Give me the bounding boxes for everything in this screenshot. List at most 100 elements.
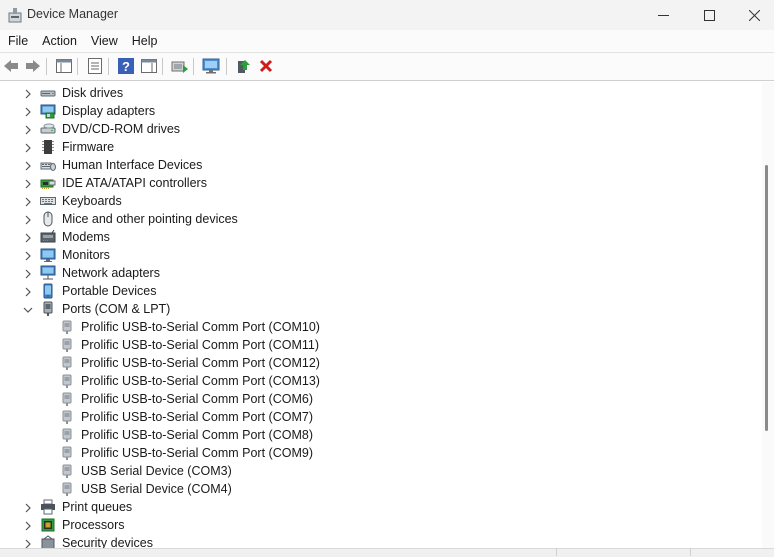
- chevron-right-icon[interactable]: [23, 178, 33, 189]
- action-pane-icon: [141, 59, 157, 73]
- tree-category-row[interactable]: Modems: [0, 228, 760, 246]
- chevron-right-icon[interactable]: [23, 196, 33, 207]
- chevron-down-icon[interactable]: [23, 304, 33, 314]
- tree-category-label: Processors: [62, 518, 125, 532]
- port-icon: [40, 301, 56, 317]
- tree-device-row[interactable]: Prolific USB-to-Serial Comm Port (COM10): [0, 318, 760, 336]
- title-bar[interactable]: Device Manager: [0, 0, 774, 30]
- disk-drive-icon: [40, 85, 56, 101]
- tree-device-label: Prolific USB-to-Serial Comm Port (COM7): [81, 410, 313, 424]
- dvd-drive-icon: [40, 121, 56, 137]
- tree-device-label: Prolific USB-to-Serial Comm Port (COM9): [81, 446, 313, 460]
- tree-category-row[interactable]: Portable Devices: [0, 282, 760, 300]
- chevron-right-icon[interactable]: [23, 88, 33, 99]
- tree-category-row[interactable]: Network adapters: [0, 264, 760, 282]
- chevron-right-icon[interactable]: [23, 502, 33, 513]
- update-driver-button[interactable]: [171, 57, 189, 75]
- tree-category-row[interactable]: Firmware: [0, 138, 760, 156]
- menu-action[interactable]: Action: [35, 30, 84, 52]
- show-hide-console-tree-button[interactable]: [55, 57, 73, 75]
- maximize-icon: [703, 9, 715, 21]
- keyboard-icon: [40, 193, 56, 209]
- tree-category-row[interactable]: IDE ATA/ATAPI controllers: [0, 174, 760, 192]
- menu-file[interactable]: File: [1, 30, 35, 52]
- tree-device-row[interactable]: Prolific USB-to-Serial Comm Port (COM12): [0, 354, 760, 372]
- svg-text:?: ?: [122, 59, 130, 74]
- device-tree[interactable]: Disk drives Display adapters DVD/CD-ROM dr…: [0, 82, 762, 548]
- tree-device-row[interactable]: Prolific USB-to-Serial Comm Port (COM8): [0, 426, 760, 444]
- tree-category-row[interactable]: Security devices: [0, 534, 760, 548]
- scan-hardware-button[interactable]: [202, 57, 220, 75]
- tree-device-label: Prolific USB-to-Serial Comm Port (COM11): [81, 338, 320, 352]
- chevron-right-icon[interactable]: [23, 214, 33, 225]
- chevron-right-icon[interactable]: [23, 538, 33, 548]
- chevron-right-icon[interactable]: [23, 124, 33, 135]
- help-button[interactable]: ?: [117, 57, 135, 75]
- port-device-icon: [59, 481, 75, 497]
- uninstall-device-icon: [259, 59, 273, 73]
- close-button[interactable]: [731, 0, 774, 30]
- minimize-button[interactable]: [640, 0, 686, 30]
- menu-help[interactable]: Help: [125, 30, 165, 52]
- scan-hardware-icon: [202, 58, 220, 74]
- forward-arrow-icon: [26, 60, 40, 72]
- tree-category-row[interactable]: Display adapters: [0, 102, 760, 120]
- maximize-button[interactable]: [686, 0, 732, 30]
- forward-button[interactable]: [24, 57, 42, 75]
- tree-category-row[interactable]: Disk drives: [0, 84, 760, 102]
- portable-device-icon: [40, 283, 56, 299]
- tree-category-label: Keyboards: [62, 194, 122, 208]
- tree-category-row[interactable]: Mice and other pointing devices: [0, 210, 760, 228]
- firmware-icon: [40, 139, 56, 155]
- chevron-right-icon[interactable]: [23, 286, 33, 297]
- port-device-icon: [59, 337, 75, 353]
- tree-category-row[interactable]: Processors: [0, 516, 760, 534]
- chevron-right-icon[interactable]: [23, 160, 33, 171]
- chevron-right-icon[interactable]: [23, 520, 33, 531]
- enable-device-button[interactable]: [234, 57, 252, 75]
- tree-category-row[interactable]: Ports (COM & LPT): [0, 300, 760, 318]
- tree-device-label: Prolific USB-to-Serial Comm Port (COM13): [81, 374, 320, 388]
- uninstall-device-button[interactable]: [257, 57, 275, 75]
- tree-category-label: Mice and other pointing devices: [62, 212, 238, 226]
- tree-category-row[interactable]: DVD/CD-ROM drives: [0, 120, 760, 138]
- port-device-icon: [59, 355, 75, 371]
- tree-category-row[interactable]: Print queues: [0, 498, 760, 516]
- tree-category-label: Portable Devices: [62, 284, 157, 298]
- tree-device-row[interactable]: USB Serial Device (COM3): [0, 462, 760, 480]
- vertical-scrollbar[interactable]: [762, 82, 774, 548]
- port-device-icon: [59, 463, 75, 479]
- mouse-icon: [40, 211, 56, 227]
- menu-view[interactable]: View: [84, 30, 125, 52]
- chevron-right-icon[interactable]: [23, 268, 33, 279]
- chevron-right-icon[interactable]: [23, 106, 33, 117]
- tree-category-label: Disk drives: [62, 86, 124, 100]
- tree-device-row[interactable]: Prolific USB-to-Serial Comm Port (COM9): [0, 444, 760, 462]
- display-adapter-icon: [40, 103, 56, 119]
- tree-device-row[interactable]: Prolific USB-to-Serial Comm Port (COM11): [0, 336, 760, 354]
- properties-button[interactable]: [86, 57, 104, 75]
- port-device-icon: [59, 427, 75, 443]
- tree-device-row[interactable]: Prolific USB-to-Serial Comm Port (COM6): [0, 390, 760, 408]
- tree-category-row[interactable]: Human Interface Devices: [0, 156, 760, 174]
- port-device-icon: [59, 373, 75, 389]
- chevron-right-icon[interactable]: [23, 250, 33, 261]
- tree-category-label: Human Interface Devices: [62, 158, 203, 172]
- chevron-right-icon[interactable]: [23, 142, 33, 153]
- tree-device-row[interactable]: Prolific USB-to-Serial Comm Port (COM13): [0, 372, 760, 390]
- chevron-right-icon[interactable]: [23, 232, 33, 243]
- action-pane-button[interactable]: [140, 57, 158, 75]
- tree-device-row[interactable]: Prolific USB-to-Serial Comm Port (COM7): [0, 408, 760, 426]
- scrollbar-thumb[interactable]: [765, 165, 768, 431]
- back-button[interactable]: [2, 57, 20, 75]
- tree-category-label: Display adapters: [62, 104, 156, 118]
- tree-category-row[interactable]: Keyboards: [0, 192, 760, 210]
- toolbar: ?: [0, 52, 774, 81]
- tree-device-row[interactable]: USB Serial Device (COM4): [0, 480, 760, 498]
- tree-category-label: DVD/CD-ROM drives: [62, 122, 181, 136]
- port-device-icon: [59, 409, 75, 425]
- help-icon: ?: [118, 58, 134, 74]
- tree-category-row[interactable]: Monitors: [0, 246, 760, 264]
- minimize-icon: [657, 14, 669, 16]
- tree-category-label: Modems: [62, 230, 110, 244]
